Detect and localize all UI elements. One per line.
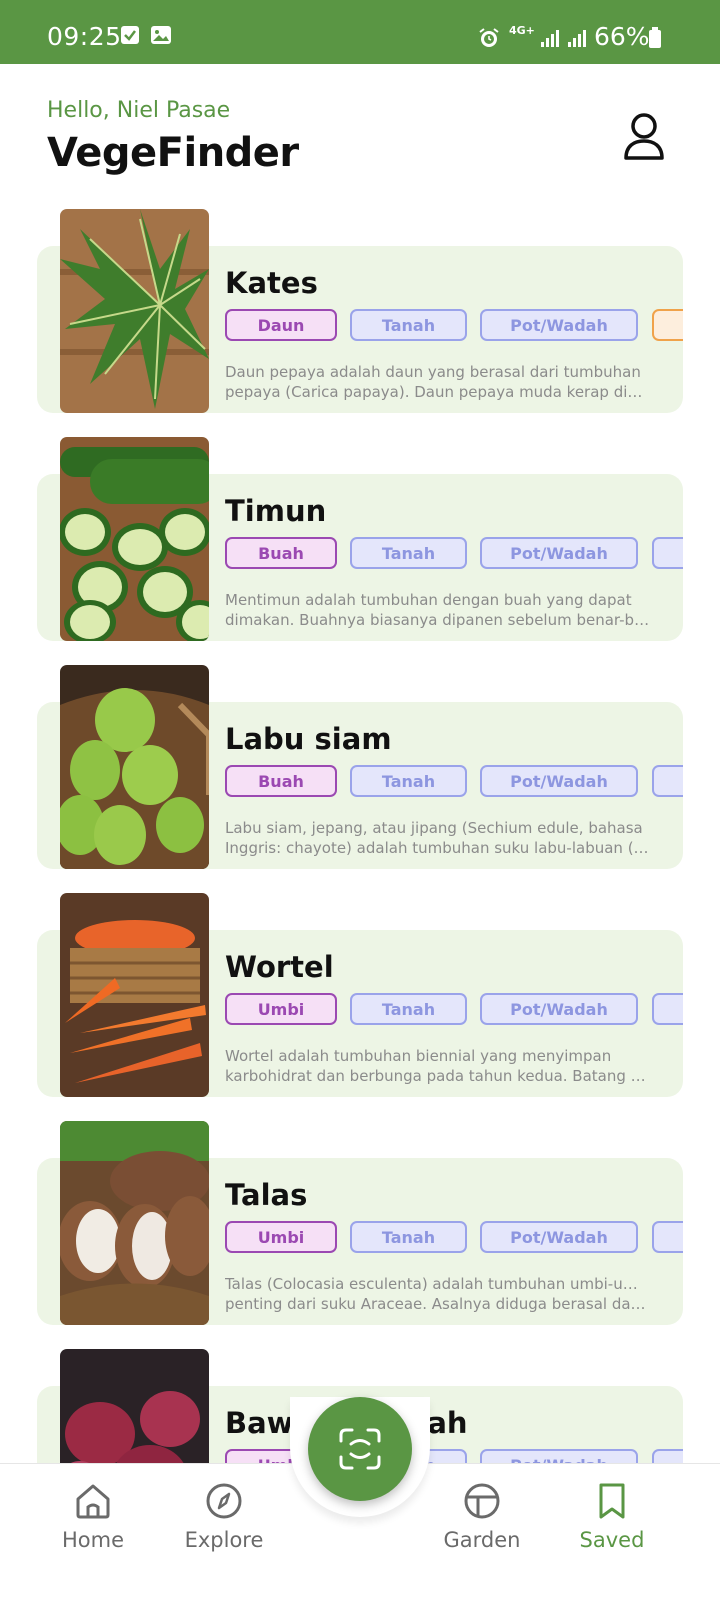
network-type-label: 4G+ xyxy=(509,24,535,37)
media-tag: Tanah xyxy=(350,765,467,797)
media-tag: Tanah xyxy=(350,309,467,341)
gallery-notification-icon xyxy=(150,25,172,49)
extra-tag xyxy=(652,537,683,569)
bookmark-icon xyxy=(599,1483,625,1519)
tag-row: Umbi Tanah Pot/Wadah xyxy=(225,993,683,1027)
plant-image xyxy=(60,893,209,1097)
plant-image xyxy=(60,1121,209,1325)
plant-name: Labu siam xyxy=(225,722,392,756)
container-tag: Pot/Wadah xyxy=(480,537,638,569)
extra-tag xyxy=(652,765,683,797)
signal-icon xyxy=(540,28,560,52)
extra-tag xyxy=(652,1221,683,1253)
nav-home[interactable]: Home xyxy=(38,1482,148,1552)
nav-garden[interactable]: Garden xyxy=(427,1482,537,1552)
plant-description: Talas (Colocasia esculenta) adalah tumbu… xyxy=(225,1275,650,1313)
plant-part-tag: Buah xyxy=(225,765,337,797)
container-tag: Pot/Wadah xyxy=(480,1221,638,1253)
nav-saved[interactable]: Saved xyxy=(557,1482,667,1552)
plant-name: Timun xyxy=(225,494,327,528)
plant-image xyxy=(60,665,209,869)
plant-part-tag: Buah xyxy=(225,537,337,569)
tag-row: Buah Tanah Pot/Wadah xyxy=(225,765,683,799)
home-icon xyxy=(76,1484,110,1519)
greeting-text: Hello, Niel Pasae xyxy=(47,98,231,123)
plant-description: Wortel adalah tumbuhan biennial yang men… xyxy=(225,1047,650,1085)
nav-saved-label: Saved xyxy=(579,1528,645,1552)
plant-name: Talas xyxy=(225,1178,308,1212)
plant-card[interactable]: Talas Umbi Tanah Pot/Wadah Talas (Coloca… xyxy=(37,1121,683,1325)
plant-description: Labu siam, jepang, atau jipang (Sechium … xyxy=(225,819,650,857)
nav-garden-label: Garden xyxy=(443,1528,521,1552)
container-tag: Pot/Wadah xyxy=(480,765,638,797)
media-tag: Tanah xyxy=(350,537,467,569)
scan-icon xyxy=(339,1428,381,1470)
nav-home-label: Home xyxy=(61,1528,124,1552)
plant-card[interactable]: Labu siam Buah Tanah Pot/Wadah Labu siam… xyxy=(37,665,683,869)
plant-part-tag: Daun xyxy=(225,309,337,341)
plant-name: Wortel xyxy=(225,950,334,984)
extra-tag xyxy=(652,993,683,1025)
container-tag: Pot/Wadah xyxy=(480,309,638,341)
plant-part-tag: Umbi xyxy=(225,1221,337,1253)
app-title: VegeFinder xyxy=(47,130,299,176)
nav-explore[interactable]: Explore xyxy=(169,1482,279,1552)
scan-button[interactable] xyxy=(308,1397,412,1501)
plant-description: Mentimun adalah tumbuhan dengan buah yan… xyxy=(225,591,650,629)
plant-name: Kates xyxy=(225,266,318,300)
tag-row: Daun Tanah Pot/Wadah xyxy=(225,309,683,343)
plant-card[interactable]: Wortel Umbi Tanah Pot/Wadah Wortel adala… xyxy=(37,893,683,1097)
media-tag: Tanah xyxy=(350,993,467,1025)
signal-icon-2 xyxy=(567,28,587,52)
checkbox-notification-icon xyxy=(120,25,140,49)
status-bar: 09:25 4G+ 66% xyxy=(0,0,720,64)
nav-explore-label: Explore xyxy=(184,1528,264,1552)
battery-percent: 66% xyxy=(594,22,650,51)
status-time: 09:25 xyxy=(47,22,122,51)
garden-icon xyxy=(464,1483,500,1519)
plant-image xyxy=(60,209,209,413)
alarm-icon xyxy=(478,27,500,53)
user-icon[interactable] xyxy=(622,112,666,162)
plant-card[interactable]: Kates Daun Tanah Pot/Wadah Daun pepaya a… xyxy=(37,209,683,413)
battery-icon xyxy=(648,27,662,53)
tag-row: Buah Tanah Pot/Wadah xyxy=(225,537,683,571)
plant-description: Daun pepaya adalah daun yang berasal dar… xyxy=(225,363,650,401)
container-tag: Pot/Wadah xyxy=(480,993,638,1025)
extra-tag xyxy=(652,309,683,341)
plant-image xyxy=(60,437,209,641)
compass-icon xyxy=(206,1483,242,1519)
tag-row: Umbi Tanah Pot/Wadah xyxy=(225,1221,683,1255)
media-tag: Tanah xyxy=(350,1221,467,1253)
plant-card[interactable]: Timun Buah Tanah Pot/Wadah Mentimun adal… xyxy=(37,437,683,641)
plant-part-tag: Umbi xyxy=(225,993,337,1025)
